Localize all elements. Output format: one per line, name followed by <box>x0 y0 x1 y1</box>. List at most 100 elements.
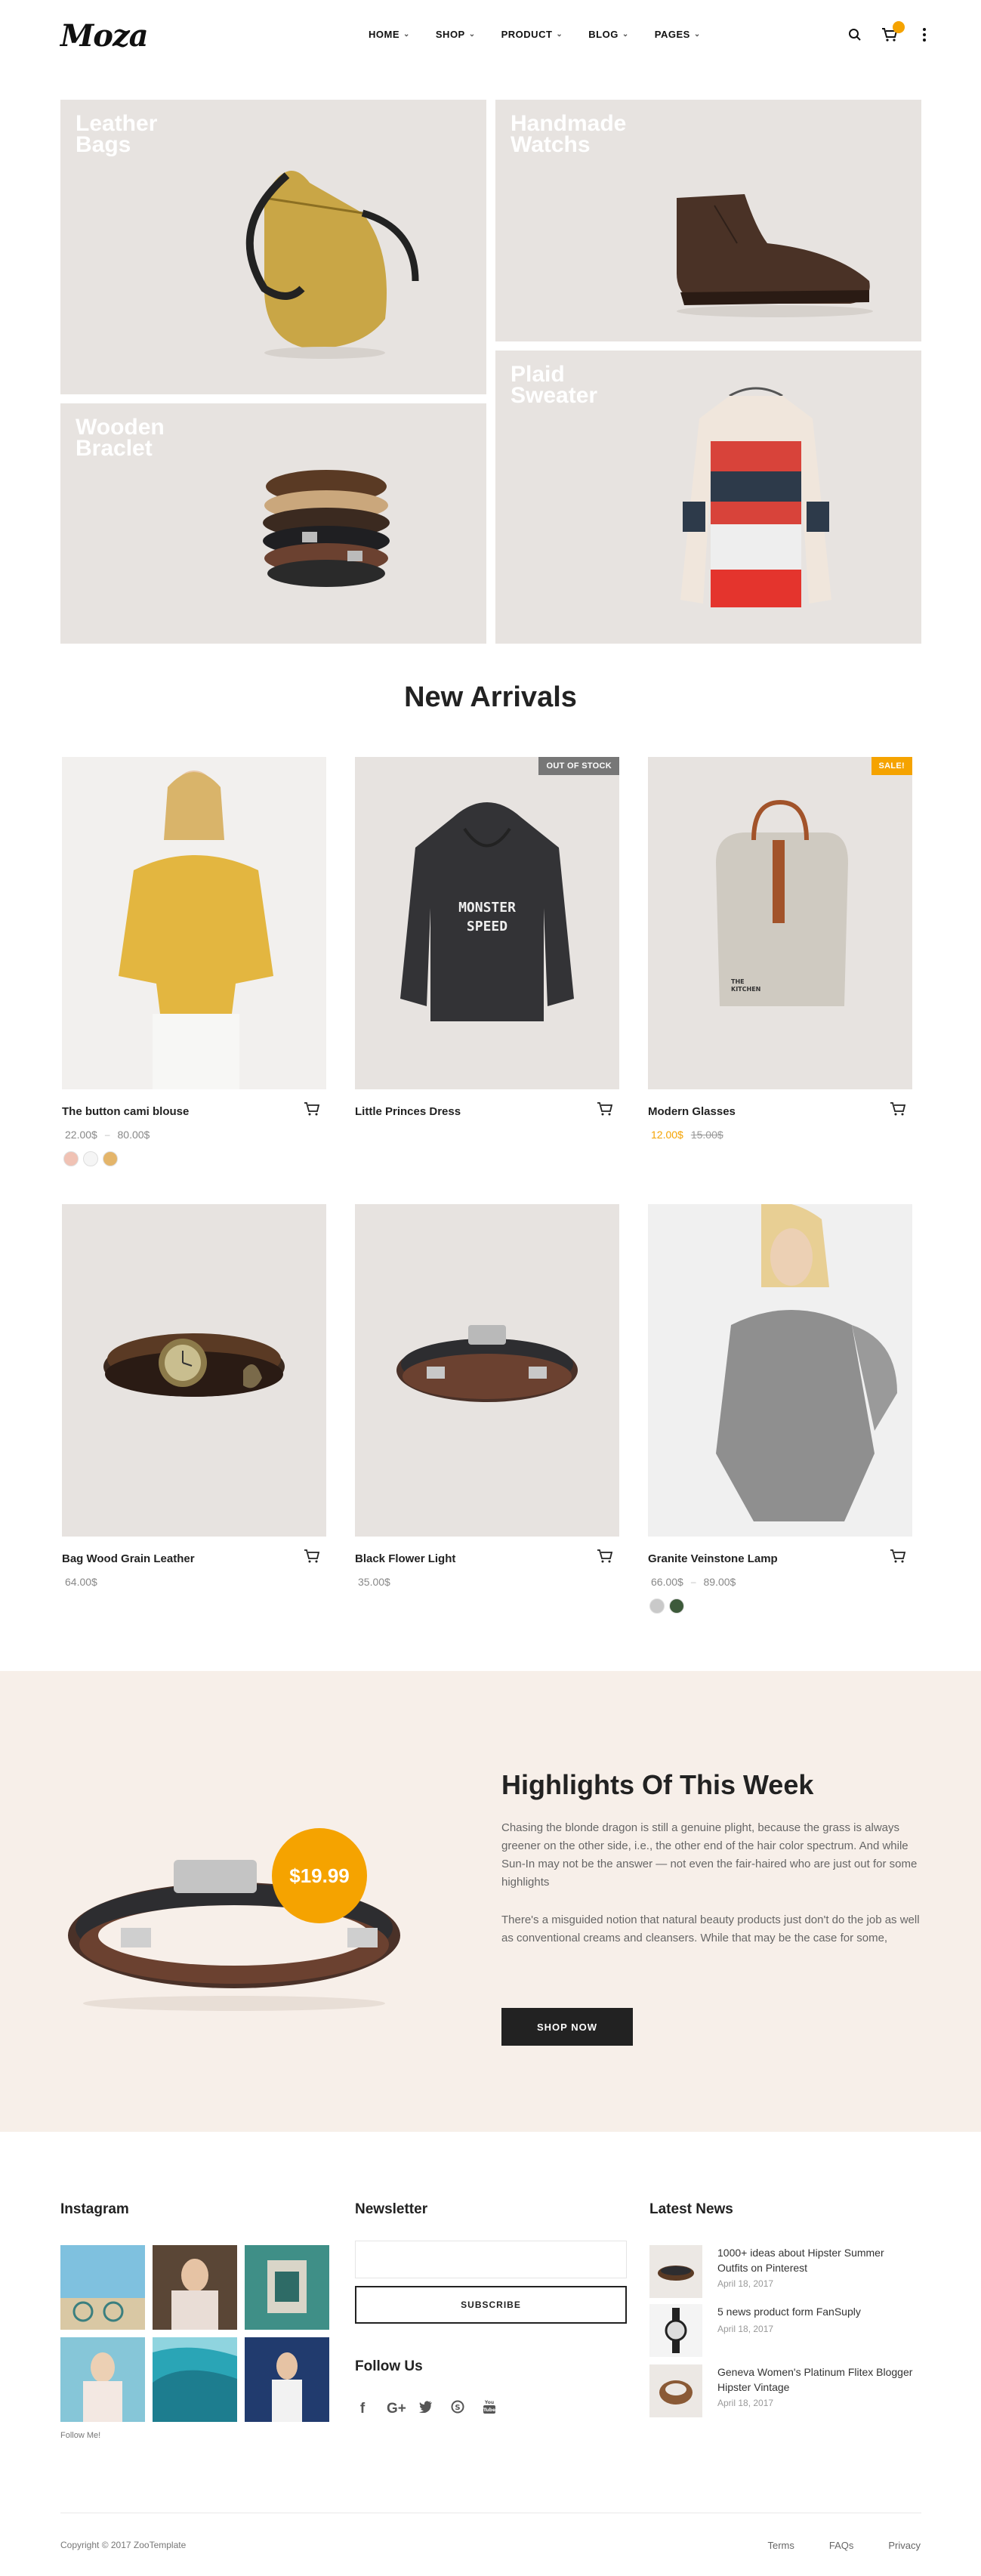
add-to-cart-icon[interactable] <box>304 1101 320 1118</box>
product-card: THE KITCHEN SALE! Modern Glasses 12.00$ 1… <box>648 757 912 1141</box>
swatch[interactable] <box>649 1598 665 1614</box>
nav-home-label: HOME <box>369 29 399 40</box>
subscribe-button[interactable]: SUBSCRIBE <box>355 2286 627 2324</box>
skype-icon[interactable]: S <box>450 2400 465 2418</box>
price: 64.00$ <box>65 1576 97 1588</box>
highlight-section: $19.99 Highlights Of This Week Chasing t… <box>0 1671 981 2132</box>
product-card: MONSTER SPEED OUT OF STOCK Little Prince… <box>355 757 619 1118</box>
product-name[interactable]: Little Princes Dress <box>355 1105 461 1118</box>
banner-wooden-braclet[interactable]: Wooden Braclet <box>60 403 486 644</box>
nav-pages-label: PAGES <box>654 29 690 40</box>
product-name[interactable]: Modern Glasses <box>648 1105 736 1118</box>
instagram-photo[interactable] <box>153 2337 237 2422</box>
swatch[interactable] <box>103 1151 118 1166</box>
site-logo[interactable]: Moza <box>60 18 149 54</box>
more-icon[interactable] <box>915 26 933 44</box>
product-image[interactable] <box>355 1204 619 1537</box>
chevron-down-icon: ⌄ <box>622 30 629 39</box>
nav-pages[interactable]: PAGES ⌄ <box>655 29 701 40</box>
nav-product[interactable]: PRODUCT ⌄ <box>501 29 563 40</box>
facebook-icon[interactable]: f <box>355 2401 370 2417</box>
product-name[interactable]: Black Flower Light <box>355 1552 455 1565</box>
news-title[interactable]: 1000+ ideas about Hipster Summer Outfits… <box>717 2245 914 2275</box>
product-name[interactable]: Granite Veinstone Lamp <box>648 1552 778 1565</box>
hoodie-print-line2: SPEED <box>467 919 507 934</box>
product-name[interactable]: The button cami blouse <box>62 1105 189 1118</box>
product-image[interactable]: MONSTER SPEED OUT OF STOCK <box>355 757 619 1089</box>
cart-count-badge <box>893 21 905 33</box>
price-min: 22.00$ <box>65 1129 97 1141</box>
cart-icon[interactable] <box>881 21 905 44</box>
product-price: 64.00$ <box>65 1576 97 1588</box>
news-date: April 18, 2017 <box>717 2324 774 2334</box>
boot-image <box>677 194 873 317</box>
news-thumbnail[interactable] <box>649 2245 702 2298</box>
search-icon[interactable] <box>846 26 864 44</box>
newsletter-email-input[interactable] <box>355 2241 627 2278</box>
nav-shop-label: SHOP <box>435 29 465 40</box>
instagram-photo[interactable] <box>60 2337 145 2422</box>
product-image[interactable]: THE KITCHEN SALE! <box>648 757 912 1089</box>
instagram-photo[interactable] <box>245 2245 329 2330</box>
chevron-down-icon: ⌄ <box>693 30 701 39</box>
news-title[interactable]: 5 news product form FanSuply <box>717 2304 914 2319</box>
add-to-cart-icon[interactable] <box>890 1549 906 1565</box>
add-to-cart-icon[interactable] <box>597 1101 613 1118</box>
news-thumbnail[interactable] <box>649 2364 702 2417</box>
news-title[interactable]: Geneva Women's Platinum Flitex Blogger H… <box>717 2364 914 2395</box>
swatch[interactable] <box>83 1151 98 1166</box>
old-price: 15.00$ <box>690 1129 723 1141</box>
newsletter-title: Newsletter <box>355 2201 428 2217</box>
product-name[interactable]: Bag Wood Grain Leather <box>62 1552 195 1565</box>
news-thumbnail[interactable] <box>649 2304 702 2357</box>
gray-top-model-image <box>648 1204 912 1537</box>
product-card: Black Flower Light 35.00$ <box>355 1204 619 1588</box>
follow-me-link[interactable]: Follow Me! <box>60 2431 100 2440</box>
footer-links: Terms FAQs Privacy <box>767 2540 921 2551</box>
add-to-cart-icon[interactable] <box>890 1101 906 1118</box>
product-card: The button cami blouse 22.00$ –80.00$ <box>62 757 326 1166</box>
faqs-link[interactable]: FAQs <box>829 2540 854 2551</box>
instagram-photo[interactable] <box>245 2337 329 2422</box>
instagram-photo[interactable] <box>153 2245 237 2330</box>
terms-link[interactable]: Terms <box>767 2540 794 2551</box>
swatch[interactable] <box>63 1151 79 1166</box>
product-image[interactable] <box>648 1204 912 1537</box>
news-item: 1000+ ideas about Hipster Summer Outfits… <box>649 2245 921 2300</box>
highlight-paragraph-2: There's a misguided notion that natural … <box>501 1913 920 1944</box>
nav-blog[interactable]: BLOG ⌄ <box>588 29 628 40</box>
out-of-stock-badge: OUT OF STOCK <box>538 757 619 775</box>
banner-handmade-watchs[interactable]: Handmade Watchs <box>495 100 921 341</box>
instagram-photo[interactable] <box>60 2245 145 2330</box>
bracelet-image <box>263 470 390 587</box>
swatch[interactable] <box>669 1598 684 1614</box>
banner-leather-bags[interactable]: Leather Bags <box>60 100 486 394</box>
bag-label-line2: KITCHEN <box>731 986 760 993</box>
product-image[interactable] <box>62 757 326 1089</box>
sweater-image <box>680 387 831 607</box>
sale-price: 12.00$ <box>651 1129 683 1141</box>
chevron-down-icon: ⌄ <box>468 30 476 39</box>
banner-plaid-sweater[interactable]: Plaid Sweater <box>495 351 921 644</box>
product-image[interactable] <box>62 1204 326 1537</box>
color-swatches <box>63 1151 118 1166</box>
google-plus-icon[interactable]: G+ <box>387 2401 406 2417</box>
add-to-cart-icon[interactable] <box>304 1549 320 1565</box>
nav-blog-label: BLOG <box>588 29 619 40</box>
shop-now-button[interactable]: SHOP NOW <box>501 2008 633 2046</box>
twitter-icon[interactable] <box>418 2401 433 2417</box>
highlight-title: Highlights Of This Week <box>501 1769 814 1800</box>
nav-home[interactable]: HOME ⌄ <box>369 29 410 40</box>
add-to-cart-icon[interactable] <box>597 1549 613 1565</box>
instagram-title: Instagram <box>60 2201 129 2217</box>
youtube-icon[interactable]: You Tube <box>482 2399 497 2419</box>
follow-us-title: Follow Us <box>355 2358 423 2374</box>
privacy-link[interactable]: Privacy <box>888 2540 921 2551</box>
news-item: Geneva Women's Platinum Flitex Blogger H… <box>649 2364 921 2419</box>
social-links: f G+ S You Tube <box>355 2399 497 2419</box>
nav-shop[interactable]: SHOP ⌄ <box>436 29 476 40</box>
product-card: Bag Wood Grain Leather 64.00$ <box>62 1204 326 1588</box>
hoodie-print-line1: MONSTER <box>458 900 516 916</box>
leather-bracelet-image <box>396 1325 578 1402</box>
svg-text:S: S <box>455 2404 460 2412</box>
